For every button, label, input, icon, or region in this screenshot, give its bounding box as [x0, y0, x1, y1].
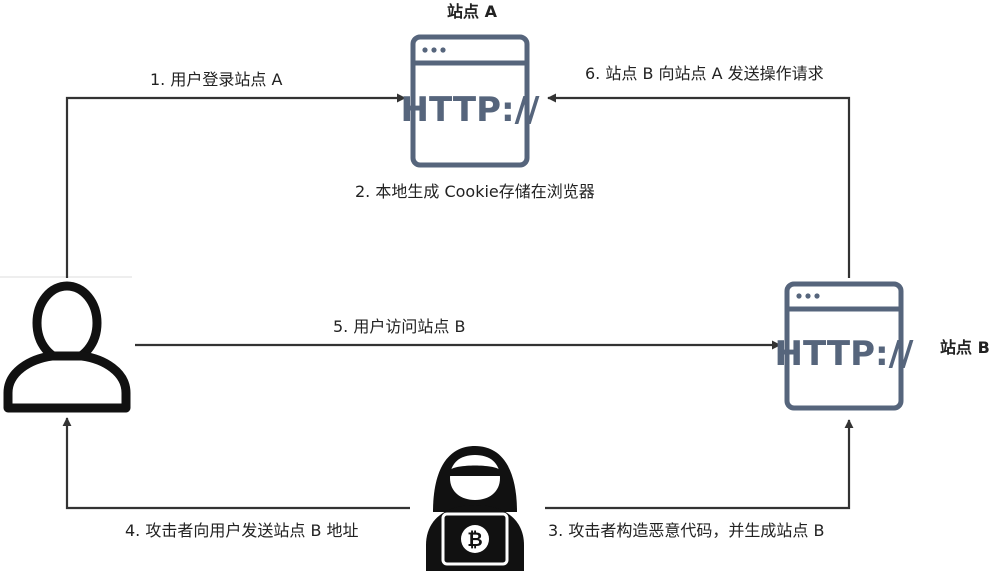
site-a-http-text: HTTP://: [401, 90, 541, 130]
step-1-label: 1. 用户登录站点 A: [150, 70, 283, 89]
arrow-hacker-to-site-b: [545, 419, 854, 510]
site-b-title: 站点 B: [940, 338, 990, 357]
step-3-label: 3. 攻击者构造恶意代码，并生成站点 B: [548, 521, 825, 540]
site-a-title: 站点 A: [447, 2, 497, 21]
hacker-icon: ₿: [426, 446, 524, 571]
site-b-browser-icon: HTTP://: [775, 281, 915, 411]
bitcoin-icon: ₿: [467, 529, 482, 551]
step-4-label: 4. 攻击者向用户发送站点 B 地址: [125, 521, 359, 540]
site-a-browser-icon: HTTP://: [401, 34, 541, 168]
step-6-label: 6. 站点 B 向站点 A 发送操作请求: [585, 64, 824, 83]
user-icon: [3, 281, 131, 413]
step-5-label: 5. 用户访问站点 B: [333, 317, 466, 336]
step-2-label: 2. 本地生成 Cookie存储在浏览器: [355, 182, 595, 201]
site-b-http-text: HTTP://: [775, 334, 915, 374]
arrow-hacker-to-user: [62, 417, 410, 510]
